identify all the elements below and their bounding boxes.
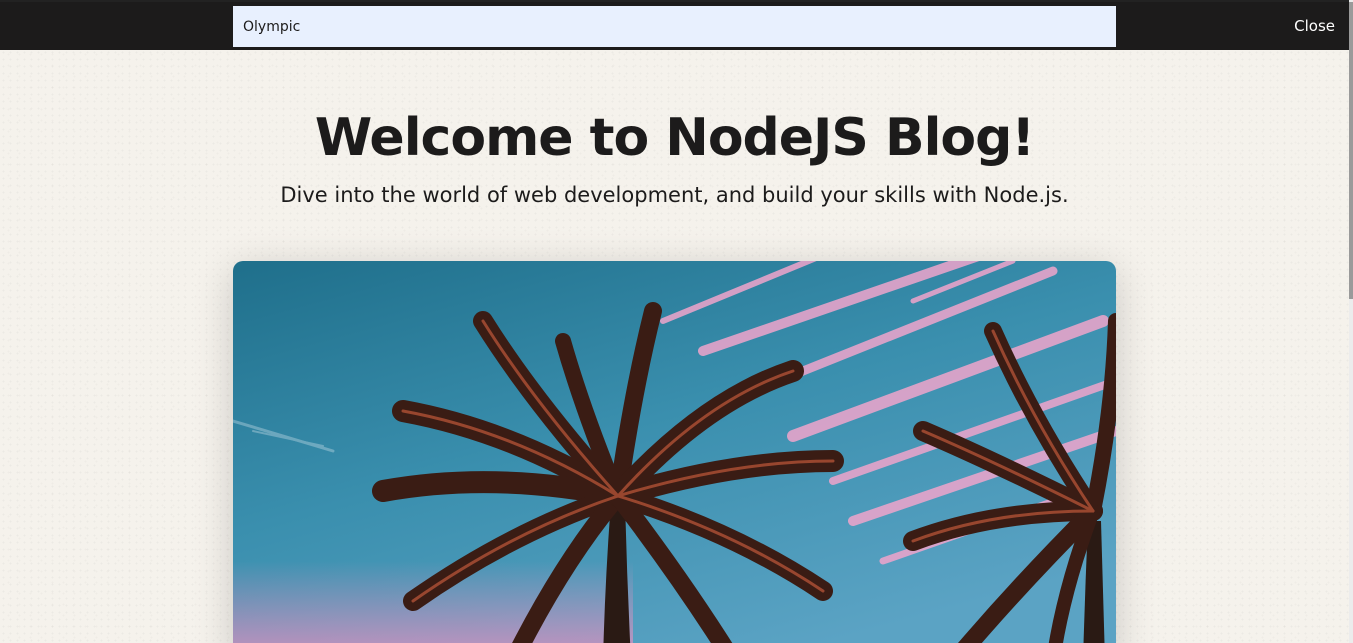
close-button[interactable]: Close — [1294, 17, 1335, 35]
page-scrollbar[interactable] — [1349, 0, 1353, 643]
search-input[interactable] — [233, 6, 1116, 47]
search-bar: Close — [0, 0, 1349, 50]
scrollbar-thumb[interactable] — [1349, 2, 1353, 299]
hero-title: Welcome to NodeJS Blog! — [314, 108, 1035, 168]
palm-trees-image — [233, 261, 1116, 643]
hero-image — [233, 261, 1116, 643]
hero-section: Welcome to NodeJS Blog! Dive into the wo… — [0, 50, 1349, 210]
hero-subtitle: Dive into the world of web development, … — [280, 183, 1069, 207]
